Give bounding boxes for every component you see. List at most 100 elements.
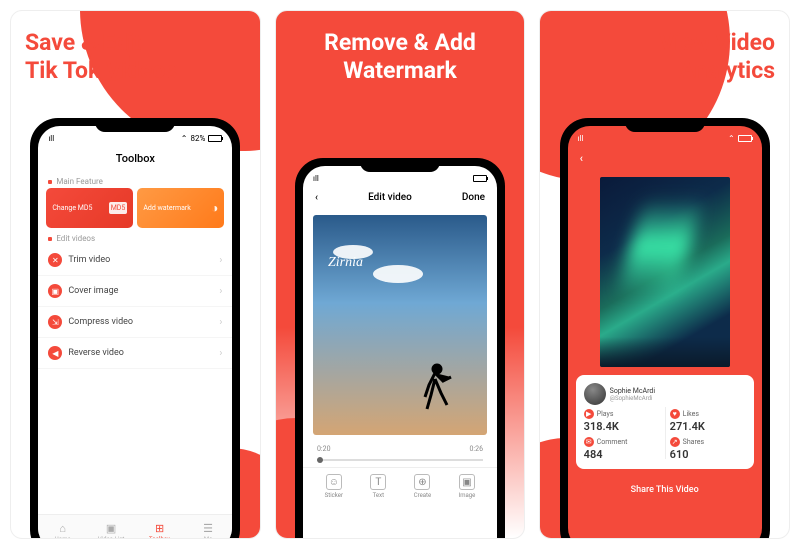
tab-icon: ⊞ [155, 522, 164, 535]
item-icon: ▣ [48, 284, 62, 298]
comment-value: 484 [584, 448, 660, 461]
tool-row: ☺ Sticker T Text ⊕Create ▣Image [303, 467, 497, 505]
panel-save-edit: Save & Edit Tik Tok Videos ıll ⌃ 82% Too… [10, 10, 261, 539]
cloud [373, 265, 423, 283]
tool-icon: ☺ [326, 474, 342, 490]
chevron-right-icon: › [219, 348, 222, 359]
share-icon: ↗ [670, 437, 680, 447]
item-label: Cover image [68, 286, 118, 296]
list-item[interactable]: ▣ Cover image › [38, 276, 232, 307]
screen: ıll ‹ Edit video Done Zirnia 0:20 0:26 [303, 166, 497, 539]
back-button[interactable]: ‹ [580, 152, 583, 165]
chevron-right-icon: › [219, 286, 222, 297]
tab-icon: ▣ [106, 522, 116, 535]
back-button[interactable]: ‹ [315, 192, 318, 203]
headline-line1: View Video [659, 29, 775, 56]
wifi-icon: ⌃ [728, 134, 735, 143]
heart-icon: ♥ [670, 409, 680, 419]
tool-label: Text [373, 492, 384, 499]
tab-me[interactable]: ☰Me [184, 515, 233, 539]
stat-plays: ▶Plays 318.4K [584, 409, 660, 433]
change-md5-card[interactable]: Change MD5 MD5 [46, 188, 133, 228]
section-main-feature: Main Feature [38, 171, 232, 188]
tab-label: Video List [98, 536, 125, 539]
headline: View Video Analytics [540, 11, 789, 90]
profile[interactable]: Sophie McArdi @SophieMcArdi [584, 383, 746, 405]
nav-bar: ‹ Edit video Done [303, 186, 497, 209]
list-item[interactable]: ⇲Compress video› [38, 307, 232, 338]
headline-line1: Remove & Add [324, 29, 476, 56]
list-item[interactable]: ✕ Trim video › [38, 245, 232, 276]
timeline-scrubber[interactable] [317, 459, 483, 461]
tab-home[interactable]: ⌂Home [38, 515, 87, 539]
tab-toolbox[interactable]: ⊞Toolbox [135, 515, 184, 539]
page-title: Toolbox [38, 146, 232, 171]
notch [95, 118, 175, 132]
tab-bar: ⌂Home▣Video List⊞Toolbox☰Me [38, 514, 232, 539]
item-icon: ⇲ [48, 315, 62, 329]
tool-label: Sticker [325, 492, 343, 499]
profile-handle: @SophieMcArdi [610, 395, 655, 402]
screen: ıll ⌃ 82% Toolbox Main Feature Change MD… [38, 126, 232, 539]
battery-pct: 82% [190, 134, 205, 143]
done-button[interactable]: Done [462, 192, 485, 203]
timeline: 0:20 0:26 [303, 441, 497, 457]
card-label: Change MD5 [52, 204, 92, 212]
tool-create[interactable]: ⊕Create [414, 474, 431, 499]
signal-icon: ıll [48, 134, 54, 143]
tab-label: Me [204, 536, 212, 539]
time-end: 0:26 [470, 445, 484, 453]
panel-analytics: View Video Analytics ıll ⌃ ‹ Sophie McAr… [539, 10, 790, 539]
wifi-icon: ⌃ [181, 134, 188, 143]
page-title: Edit video [368, 192, 412, 203]
phone-frame: ıll ‹ Edit video Done Zirnia 0:20 0:26 [295, 158, 505, 539]
time-start: 0:20 [317, 445, 331, 453]
tab-label: Toolbox [149, 536, 170, 539]
video-thumbnail[interactable] [600, 177, 730, 367]
watermark-signature[interactable]: Zirnia [328, 255, 363, 271]
chevron-right-icon: › [219, 317, 222, 328]
tool-sticker[interactable]: ☺ Sticker [325, 474, 343, 499]
tab-video-list[interactable]: ▣Video List [87, 515, 136, 539]
headline-line2: Watermark [343, 57, 457, 84]
divider [665, 407, 666, 459]
headline: Remove & Add Watermark [276, 11, 525, 90]
tool-icon: T [370, 474, 386, 490]
signal-icon: ıll [313, 174, 319, 183]
signal-icon: ıll [578, 134, 584, 143]
item-label: Reverse video [68, 348, 124, 358]
profile-name: Sophie McArdi [610, 387, 655, 395]
plays-value: 318.4K [584, 420, 660, 433]
headline-line2: Analytics [679, 57, 775, 84]
tool-icon: ⊕ [414, 474, 430, 490]
item-icon: ✕ [48, 253, 62, 267]
share-video-button[interactable]: Share This Video [580, 477, 750, 503]
screen: ıll ⌃ ‹ Sophie McArdi @SophieMcArdi [568, 126, 762, 539]
chevron-right-icon: › [219, 255, 222, 266]
list-item[interactable]: ◀Reverse video› [38, 338, 232, 369]
md5-icon: MD5 [109, 202, 128, 214]
battery-icon [473, 175, 487, 182]
tab-label: Home [55, 536, 71, 539]
headline-line1: Save & Edit [25, 29, 141, 56]
stat-shares: ↗Shares 610 [670, 437, 746, 461]
headline-line2: Tik Tok Videos [25, 57, 177, 84]
stat-comment: ✉Comment 484 [584, 437, 660, 461]
nav-bar: ‹ [568, 146, 762, 171]
stat-likes: ♥Likes 271.4K [670, 409, 746, 433]
tab-icon: ☰ [203, 522, 213, 535]
notch [625, 118, 705, 132]
comment-icon: ✉ [584, 437, 594, 447]
battery-icon [738, 135, 752, 142]
tool-label: Image [459, 492, 476, 499]
section-edit-videos: Edit videos [38, 228, 232, 245]
tool-image[interactable]: ▣Image [459, 474, 476, 499]
watermark-icon: ◑ [211, 201, 218, 215]
video-preview[interactable]: Zirnia [313, 215, 487, 435]
add-watermark-card[interactable]: Add watermark ◑ [137, 188, 224, 228]
card-label: Add watermark [143, 204, 191, 212]
item-label: Trim video [68, 255, 110, 265]
climber-silhouette [417, 355, 457, 415]
headline: Save & Edit Tik Tok Videos [11, 11, 260, 90]
tool-text[interactable]: T Text [370, 474, 386, 499]
